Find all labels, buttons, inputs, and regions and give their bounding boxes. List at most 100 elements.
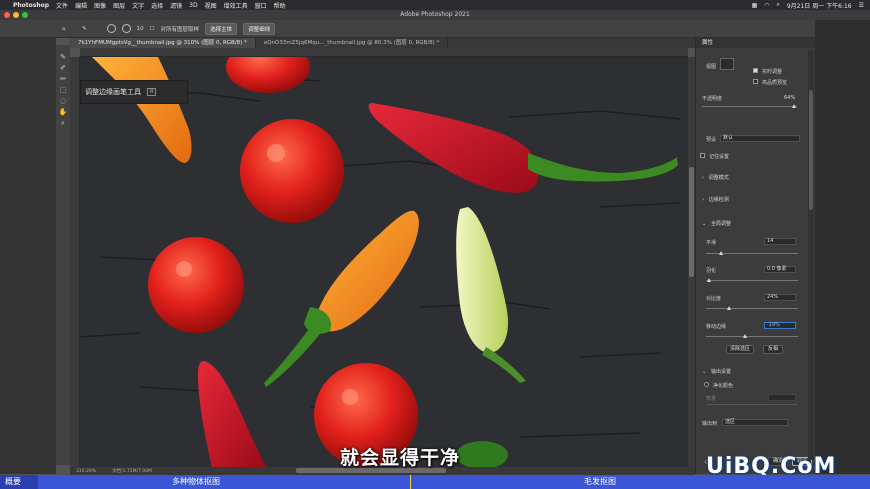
menu-type[interactable]: 文字 [132,1,144,10]
feather-knob[interactable] [707,278,711,282]
edge-detection-section[interactable]: › 边缘检测 [702,196,729,203]
chapter-bar: 概要 多种物体抠图 毛发抠图 [0,475,870,489]
remember-checkbox[interactable] [700,153,705,158]
document-size: 文档:1.75M/7.00M [112,469,152,474]
refine-edge-brush-icon[interactable]: ✐ [60,64,66,72]
brush-size-value[interactable]: 10 [137,26,144,32]
clear-selection-button[interactable]: 清除选区 [726,345,754,354]
contrast-label: 对比度 [706,296,722,302]
minimize-icon[interactable] [13,12,19,18]
control-icon[interactable]: ▦ [752,2,758,9]
preset-select[interactable]: 默认 [720,135,800,142]
panel-title: 属性 [696,38,815,48]
adjust-mode-label: 调整模式 [708,175,729,181]
amount-field[interactable] [768,394,796,401]
menu-3d[interactable]: 3D [189,2,197,9]
global-refine-section[interactable]: ⌄ 全局调整 [702,220,731,227]
chapter-multi-object[interactable]: 多种物体抠图 [172,475,220,489]
zoom-level[interactable]: 310.26% [76,469,96,474]
scroll-thumb[interactable] [689,167,694,277]
decontam-label: 净化颜色 [713,383,734,389]
menu-help[interactable]: 帮助 [274,1,286,10]
close-icon[interactable] [4,12,10,18]
smooth-value: 14 [767,238,774,244]
tooltip-label: 调整边缘画笔工具 [85,88,141,96]
list-icon[interactable]: ☰ [859,2,864,9]
realtime-checkbox[interactable] [753,68,758,73]
invert-button[interactable]: 反相 [763,345,783,354]
smooth-field[interactable]: 14 [764,238,796,245]
subtract-brush-icon[interactable] [121,24,131,33]
amount-slider[interactable] [706,404,798,405]
tab-document-1[interactable]: 7k1YhFMUMgptsVg__thumbnail.jpg @ 310% (图… [70,38,256,48]
output-settings-section[interactable]: ⌄ 输出设置 [702,368,731,375]
decontam-checkbox[interactable] [704,382,709,387]
menu-plugins[interactable]: 增效工具 [224,1,248,10]
opacity-knob[interactable] [792,104,796,108]
window-title: Adobe Photoshop 2021 [400,11,470,18]
opacity-slider[interactable] [702,106,797,107]
contrast-value: 24% [767,294,779,300]
brush-icon[interactable]: ✏ [60,75,66,83]
sample-all-label: 对所有图层取样 [160,26,200,33]
add-brush-icon[interactable] [106,24,116,33]
zoom-icon[interactable] [22,12,28,18]
chapter-overview[interactable]: 概要 [0,475,38,489]
shift-edge-field[interactable]: -19% [764,322,796,329]
smooth-knob[interactable] [719,251,723,255]
menubar-clock[interactable]: 9月21日 周一 下午6:16 [787,1,852,10]
shift-edge-knob[interactable] [743,334,747,338]
refine-hair-button[interactable]: 调整细线 [243,22,276,35]
tab-document-2[interactable]: eQnO33mZ5jq6Mqu..._thumbnail.jpg @ 80.3%… [256,38,449,48]
feather-label: 羽化 [706,268,717,274]
sample-all-checkbox-icon[interactable]: ☐ [150,26,155,32]
quick-select-icon[interactable]: ✎ [60,53,66,61]
contrast-knob[interactable] [727,306,731,310]
menu-select[interactable]: 选择 [151,1,163,10]
search-icon[interactable]: ⌕ [776,1,779,9]
global-refine-label: 全局调整 [710,221,731,227]
properties-panel: 属性 视图 实时调整 高品质预览 不透明度 64% 预设 默认 记住设置 › 调… [695,38,815,474]
panel-scrollbar[interactable] [808,50,814,460]
contrast-slider[interactable] [706,308,798,309]
menu-filter[interactable]: 滤镜 [170,1,182,10]
tools-panel: ✎ ✐ ✏ ⬚ ◌ ✋ ⌕ [56,45,70,465]
zoom-tool-icon[interactable]: ⌕ [61,119,65,128]
shift-edge-slider[interactable] [706,336,798,337]
hq-preview-checkbox[interactable] [753,79,758,84]
object-select-icon[interactable]: ⬚ [60,86,67,94]
photoshop-window: Photoshop 文件 编辑 图像 图层 文字 选择 滤镜 3D 视图 增效工… [0,0,870,489]
feather-field[interactable]: 0.0 像素 [764,266,796,273]
menu-window[interactable]: 窗口 [255,1,267,10]
traffic-lights [4,12,28,18]
contrast-field[interactable]: 24% [764,294,796,301]
view-thumbnail[interactable] [720,58,734,70]
window-titlebar: Adobe Photoshop 2021 [0,10,870,20]
menu-file[interactable]: 文件 [56,1,68,10]
document-tabs: 7k1YhFMUMgptsVg__thumbnail.jpg @ 310% (图… [70,38,695,48]
menu-image[interactable]: 图像 [94,1,106,10]
preset-value: 默认 [723,135,734,141]
home-icon[interactable]: ⌂ [62,26,66,32]
panel-scroll-thumb[interactable] [809,90,813,210]
menu-edit[interactable]: 编辑 [75,1,87,10]
vertical-ruler [70,57,80,467]
shift-edge-label: 移动边缘 [706,324,727,330]
remember-label: 记住设置 [709,154,730,160]
brush-tool-icon[interactable]: ✎ [82,26,87,32]
output-to-select[interactable]: 选区 [722,419,788,426]
chapter-hair[interactable]: 毛发抠图 [584,475,616,489]
hand-icon[interactable]: ✋ [59,108,68,116]
adjust-mode-section[interactable]: › 调整模式 [702,174,729,181]
wifi-icon[interactable]: ◠ [764,2,769,9]
menu-layer[interactable]: 图层 [113,1,125,10]
menubar-status: ▦ ◠ ⌕ 9月21日 周一 下午6:16 ☰ [752,1,864,10]
canvas[interactable] [80,57,688,467]
lasso-icon[interactable]: ◌ [60,97,66,105]
menu-view[interactable]: 视图 [205,1,217,10]
canvas-vertical-scrollbar[interactable] [688,57,695,467]
select-subject-button[interactable]: 选择主体 [205,22,238,35]
opacity-value[interactable]: 64% [784,95,795,101]
feather-slider[interactable] [706,280,798,281]
menu-app-name[interactable]: Photoshop [13,2,49,9]
